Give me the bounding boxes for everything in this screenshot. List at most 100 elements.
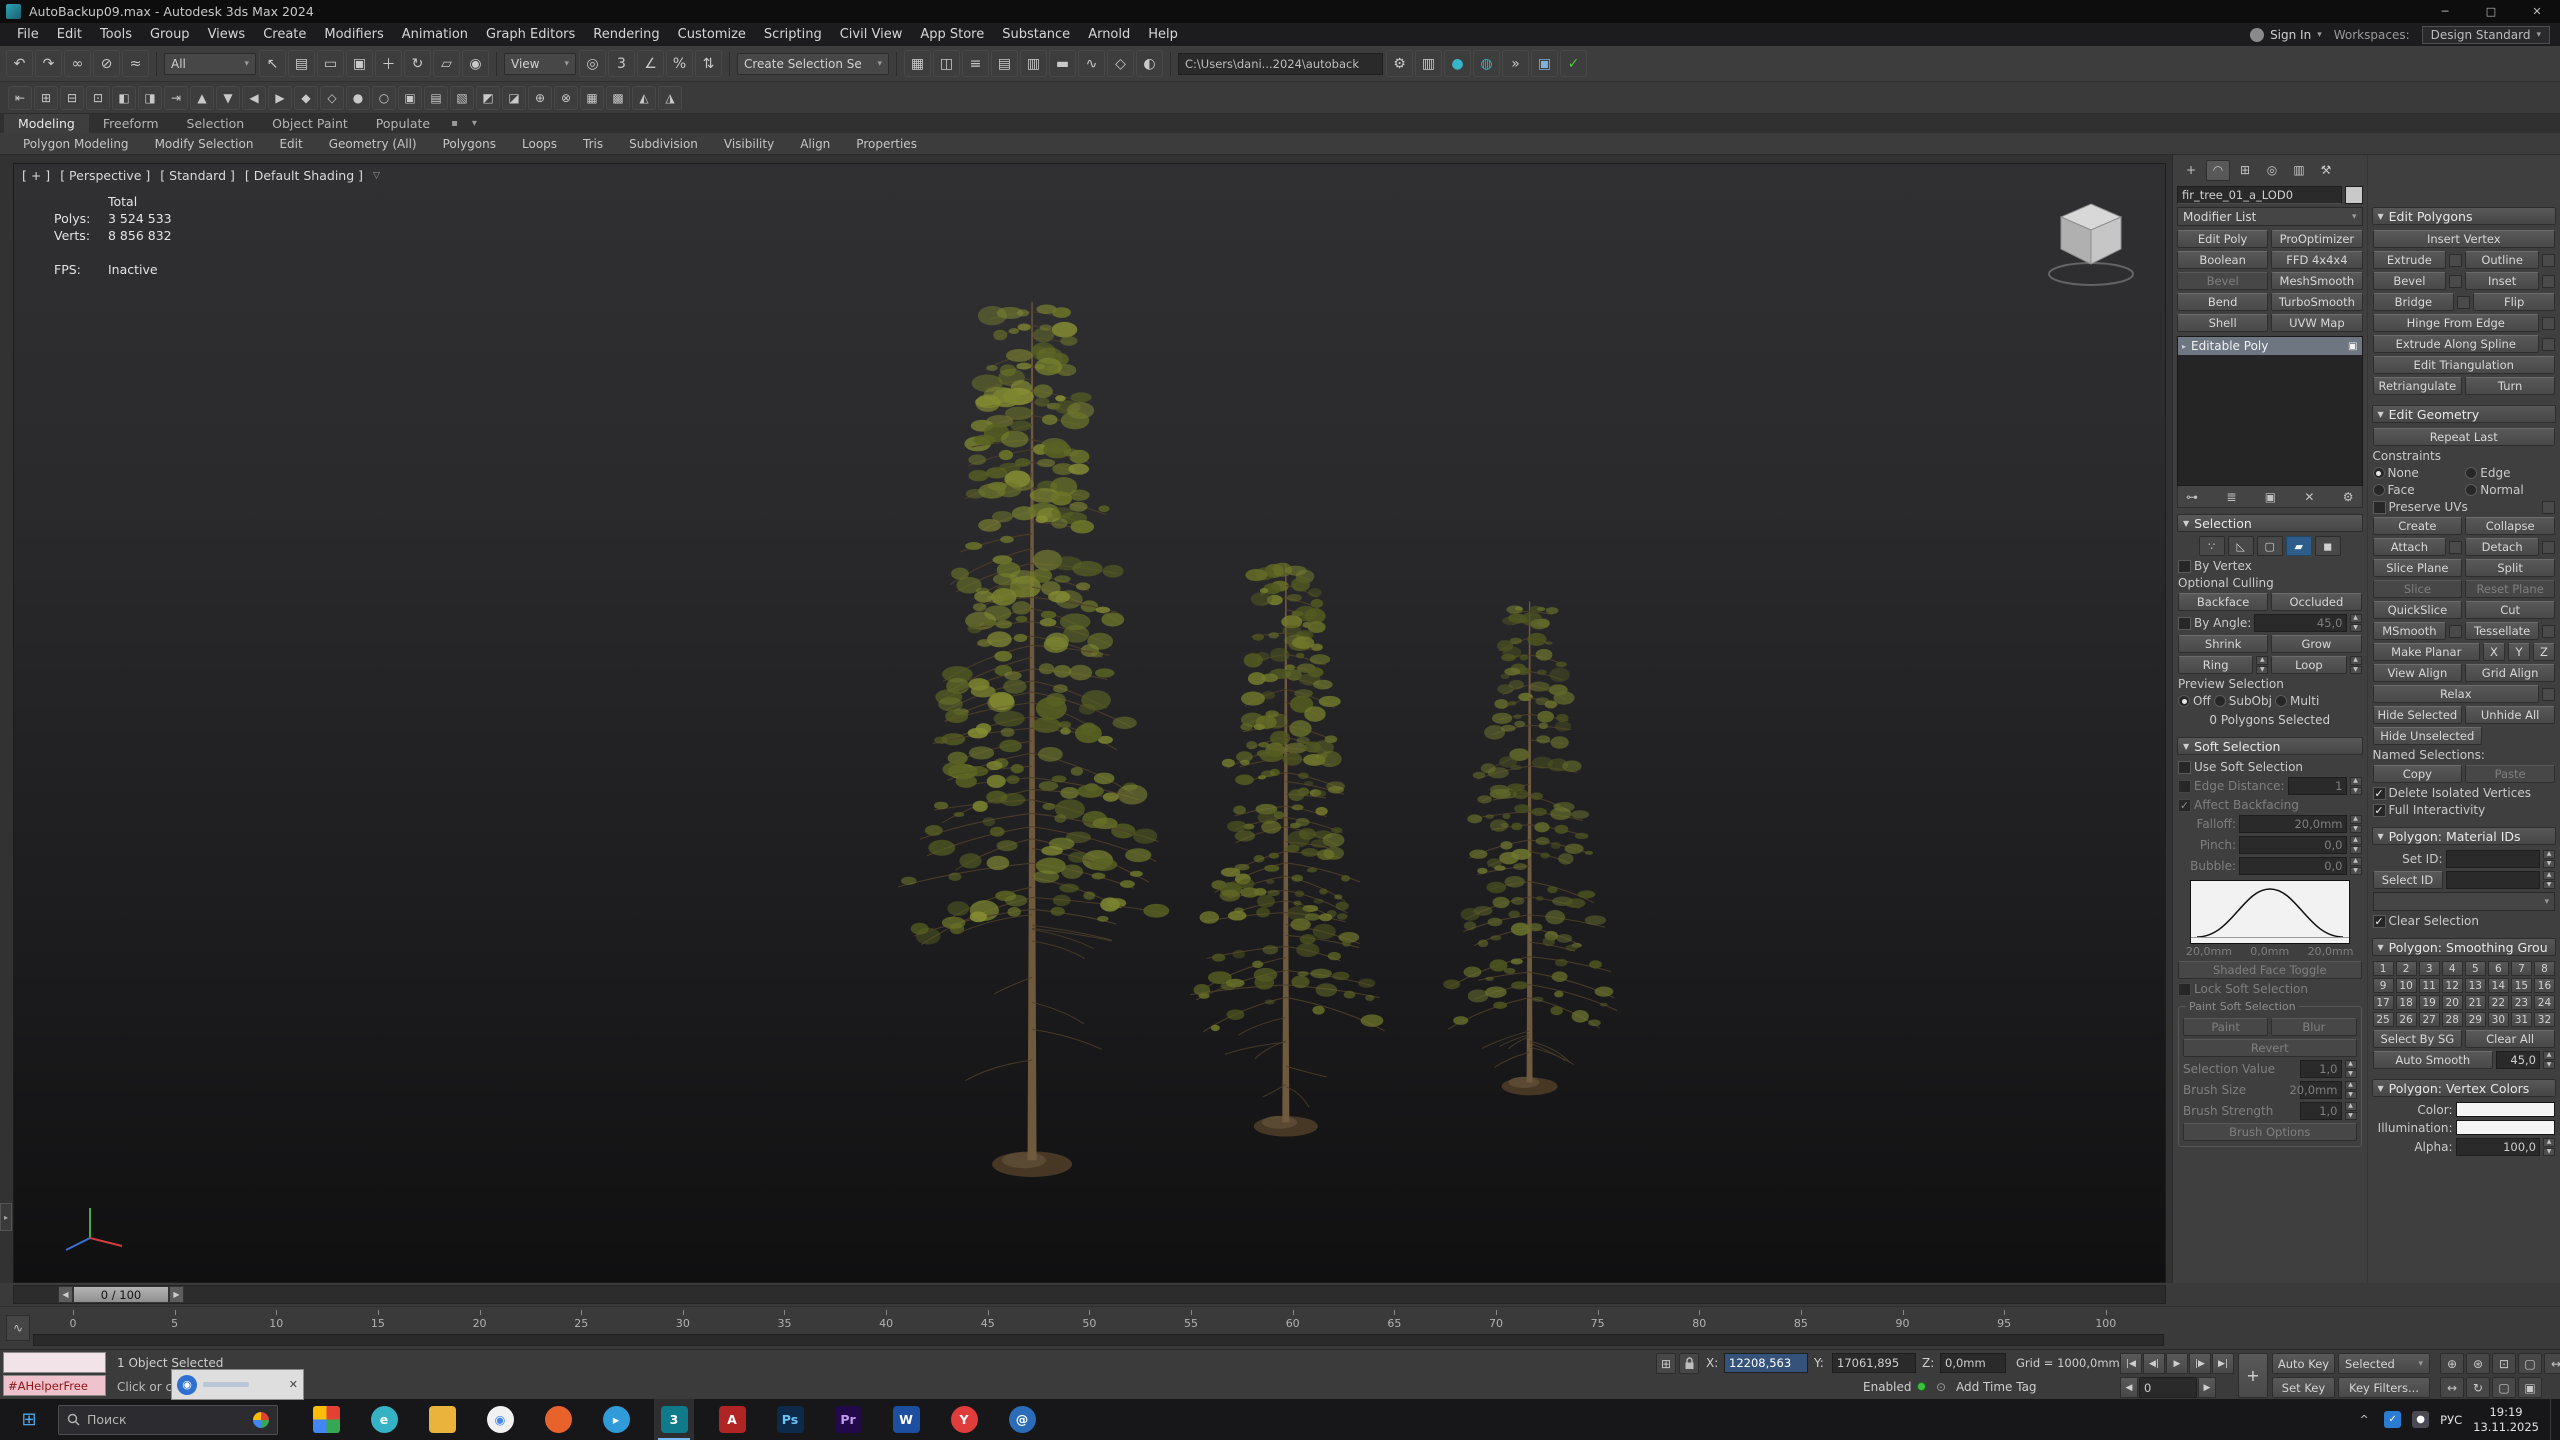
time-slider-groove[interactable]: ◀ 0 / 100 ▶ [13,1285,2166,1304]
layer-explorer-icon[interactable]: ▥ [1020,50,1047,77]
timeline-tick[interactable]: 70 [1476,1309,1516,1331]
spinner[interactable]: ▲▼ [2350,815,2362,833]
timeline-tick[interactable]: 40 [866,1309,906,1331]
menu-item[interactable]: Arnold [1079,23,1139,46]
smoothing-group-button[interactable]: 21 [2465,995,2486,1010]
overflow-icon[interactable]: » [1502,50,1529,77]
go-to-end-icon[interactable]: ▶| [2212,1353,2234,1374]
toolbar-icon[interactable]: ◪ [502,86,526,110]
toolbar-icon[interactable]: ▦ [580,86,604,110]
viewport-filter-icon[interactable]: ▽ [373,171,380,181]
smoothing-group-button[interactable]: 28 [2442,1012,2463,1027]
select-id-button[interactable]: Select ID [2373,871,2443,889]
mirror-icon[interactable]: ◫ [933,50,960,77]
bevel-button[interactable]: Bevel [2373,272,2447,290]
minimize-button[interactable]: ─ [2422,0,2468,23]
rollout-smoothing-groups-header[interactable]: ▼Polygon: Smoothing Grou [2372,938,2557,956]
bridge-button[interactable]: Bridge [2373,293,2455,311]
ribbon-tab[interactable]: Selection [173,114,259,133]
notification-popup[interactable]: ◉ ✕ [171,1369,304,1400]
delete-isolated-vertices-checkbox[interactable] [2373,787,2386,800]
go-to-start-icon[interactable]: |◀ [2120,1353,2142,1374]
copy-button[interactable]: Copy [2373,765,2463,783]
edit-poly-button[interactable]: Edit Poly [2177,230,2268,248]
rollout-edit-polygons-header[interactable]: ▼Edit Polygons [2372,207,2557,225]
alpha-field[interactable]: 100,0 [2456,1138,2541,1156]
spinner[interactable]: ▲▼ [2350,777,2362,795]
enabled-label[interactable]: Enabled [1863,1377,1912,1397]
menu-item[interactable]: Substance [993,23,1079,46]
track-bar-lane[interactable] [33,1334,2164,1346]
utilities-tab-icon[interactable]: ⚒ [2314,160,2338,181]
smoothing-group-button[interactable]: 13 [2465,978,2486,993]
ffd-4x4x4-button[interactable]: FFD 4x4x4 [2271,251,2362,269]
smoothing-group-button[interactable]: 6 [2488,961,2509,976]
use-center-icon[interactable]: ◎ [579,50,606,77]
repeat-last-button[interactable]: Repeat Last [2373,428,2556,446]
select-object-icon[interactable]: ↖ [259,50,286,77]
menu-item[interactable]: Edit [48,23,91,46]
toolbar-icon[interactable]: ▣ [398,86,422,110]
render-production-icon[interactable]: ● [1444,50,1471,77]
spinner-snap-icon[interactable]: ⇅ [695,50,722,77]
toolbar-icon[interactable]: ◩ [476,86,500,110]
turbosmooth-button[interactable]: TurboSmooth [2271,293,2362,311]
toolbar-icon[interactable]: ⊡ [86,86,110,110]
taskbar-firefox[interactable] [538,1399,578,1440]
smoothing-group-button[interactable]: 11 [2419,978,2440,993]
edge-distance-field[interactable]: 1 [2288,777,2347,795]
by-angle-checkbox[interactable] [2178,617,2191,630]
ribbon-tab[interactable]: Freeform [89,114,173,133]
set-key-button[interactable]: Set Key [2272,1377,2335,1398]
smoothing-group-button[interactable]: 1 [2373,961,2394,976]
edit-triangulation-button[interactable]: Edit Triangulation [2373,356,2556,374]
spinner[interactable]: ▲▼ [2350,836,2362,854]
toolbar-icon[interactable]: ▶ [268,86,292,110]
extrude-along-spline-button[interactable]: Extrude Along Spline [2373,335,2540,353]
menu-item[interactable]: App Store [911,23,993,46]
smoothing-group-button[interactable]: 14 [2488,978,2509,993]
clear-all-button[interactable]: Clear All [2465,1030,2555,1048]
bind-to-space-warp-icon[interactable]: ≈ [122,50,149,77]
split-button[interactable]: Split [2465,559,2555,577]
auto-smooth-button[interactable]: Auto Smooth [2373,1051,2494,1069]
ribbon-panel-item[interactable]: Modify Selection [142,137,267,151]
display-tab-icon[interactable]: ▥ [2287,160,2311,181]
scene-converter-icon[interactable]: ▣ [1531,50,1558,77]
turn-button[interactable]: Turn [2465,377,2555,395]
timeline-tick[interactable]: 80 [1679,1309,1719,1331]
unhide-all-button[interactable]: Unhide All [2465,706,2555,724]
rollout-edit-geometry-header[interactable]: ▼Edit Geometry [2372,405,2557,423]
bend-button[interactable]: Bend [2177,293,2268,311]
outline-settings-box[interactable] [2542,254,2555,267]
redo-icon[interactable]: ↷ [35,50,62,77]
taskbar-file-explorer[interactable] [422,1399,462,1440]
attach-settings-box[interactable] [2449,541,2462,554]
language-indicator[interactable]: РУС [2440,1413,2462,1427]
spinner[interactable]: ▲▼ [2345,1081,2357,1099]
polygon-subobject-icon[interactable]: ▰ [2286,536,2312,556]
taskbar-telegram[interactable]: ▸ [596,1399,636,1440]
zoom-extents-icon[interactable]: ⊡ [2492,1353,2516,1374]
material-name-dropdown[interactable]: ▾ [2373,892,2556,911]
remove-modifier-icon[interactable]: ✕ [2304,490,2314,504]
menu-item[interactable]: Graph Editors [477,23,584,46]
preserve-uvs-checkbox[interactable] [2373,501,2386,514]
illumination-color-swatch[interactable] [2456,1120,2556,1135]
hinge-from-edge-button[interactable]: Hinge From Edge [2373,314,2540,332]
spinner[interactable]: ▲▼ [2543,871,2555,889]
toolbar-icon[interactable]: ◧ [112,86,136,110]
object-name-field[interactable]: fir_tree_01_a_LOD0 [2177,186,2342,204]
shrink-button[interactable]: Shrink [2178,635,2268,653]
smoothing-group-button[interactable]: 30 [2488,1012,2509,1027]
select-and-link-icon[interactable]: ∞ [64,50,91,77]
smoothing-group-button[interactable]: 16 [2534,978,2555,993]
timeline-tick[interactable]: 35 [764,1309,804,1331]
selection-lock-icon[interactable] [1679,1353,1699,1374]
auto-key-button[interactable]: Auto Key [2272,1353,2335,1374]
viewport-menu-shading[interactable]: [ Default Shading ] [245,168,363,183]
toolbar-icon[interactable]: ● [346,86,370,110]
close-button[interactable]: ✕ [2514,0,2560,23]
rollout-soft-selection-header[interactable]: ▼Soft Selection [2177,737,2363,755]
menu-item[interactable]: Views [199,23,255,46]
